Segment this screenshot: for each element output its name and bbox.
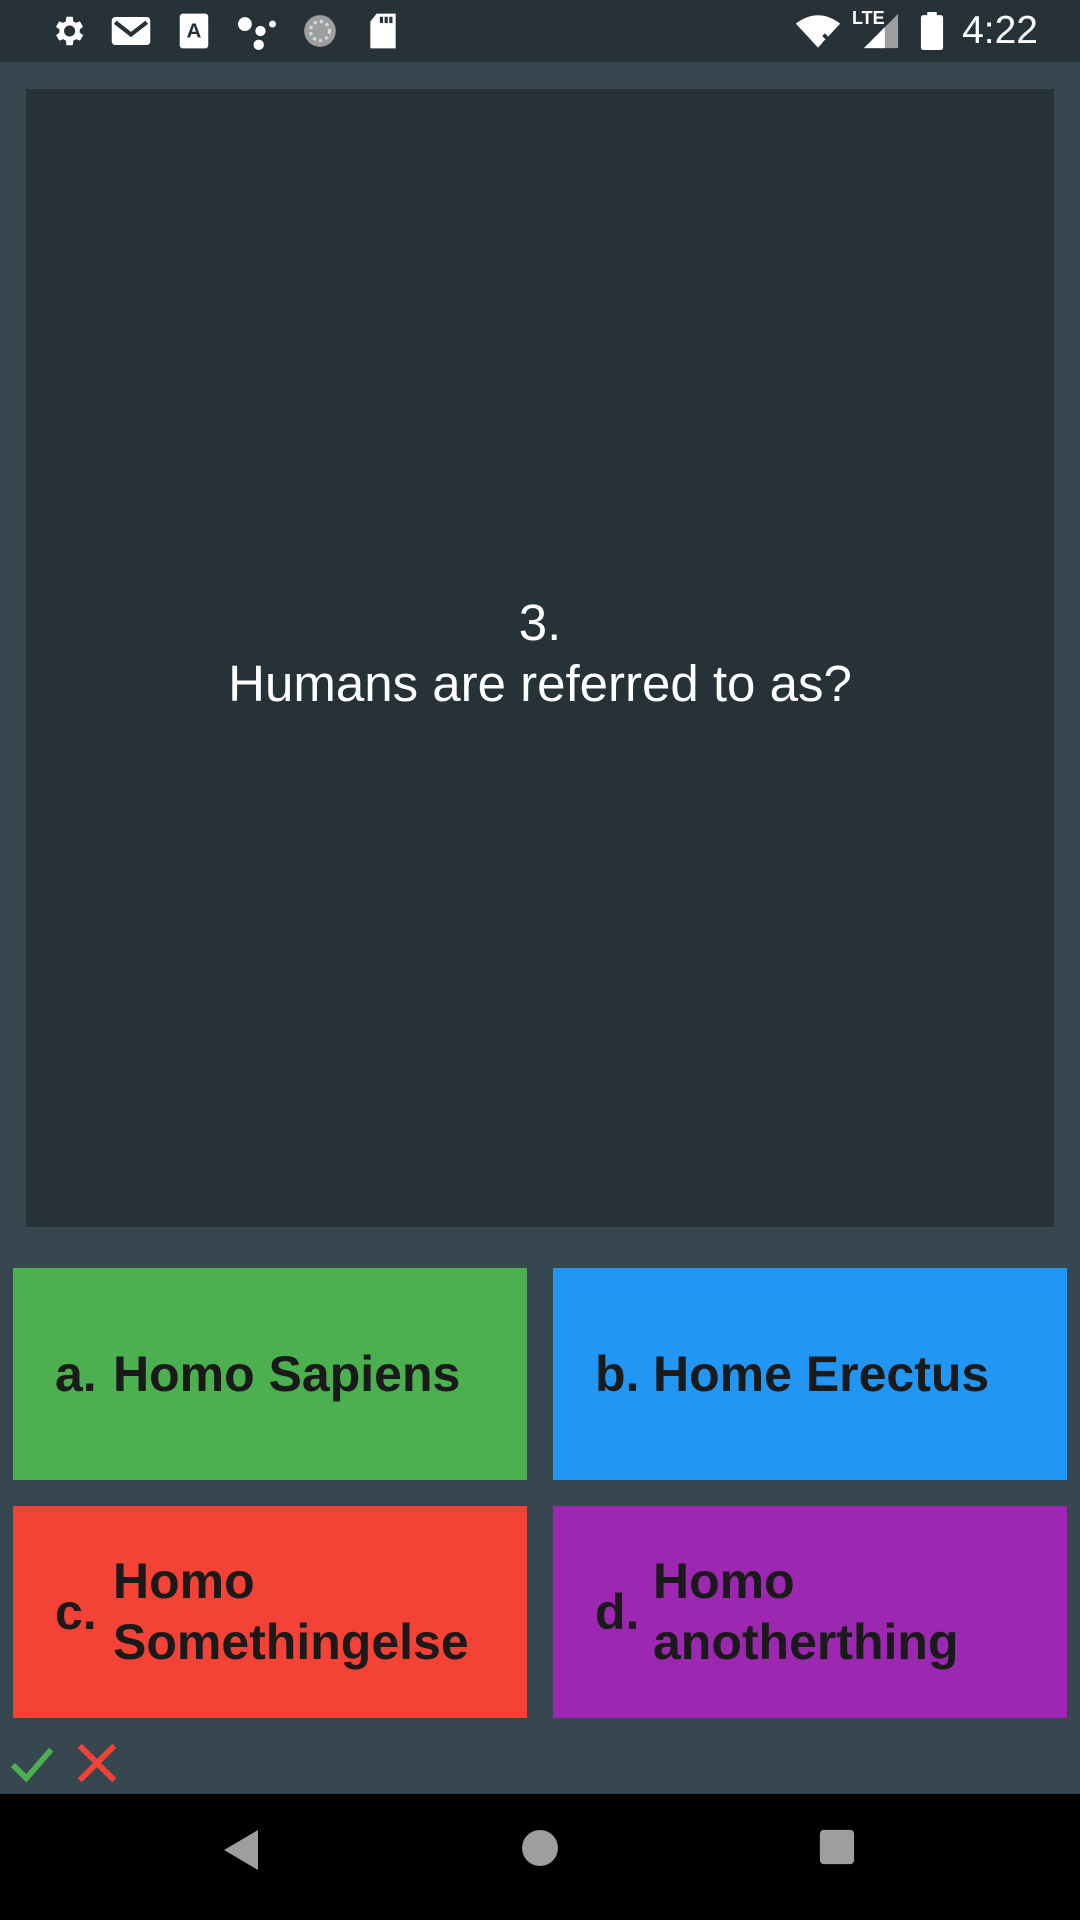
lte-signal-icon	[863, 13, 899, 49]
answer-text: Homo anotherthing	[653, 1553, 959, 1670]
answer-b-button[interactable]: b. Home Erectus	[553, 1268, 1067, 1480]
settings-icon	[55, 16, 84, 46]
question-text: Humans are referred to as?	[228, 655, 852, 712]
question-card: 3. Humans are referred to as?	[26, 89, 1054, 1227]
gmail-icon	[111, 17, 151, 45]
check-icon	[10, 1747, 54, 1783]
question-text-block: 3. Humans are referred to as?	[228, 592, 852, 714]
answer-letter: a.	[55, 1346, 97, 1402]
loading-spinner-icon	[304, 15, 336, 47]
answer-text: Homo Somethingelse	[113, 1553, 469, 1670]
recents-icon[interactable]	[818, 1828, 856, 1866]
sd-card-icon	[370, 13, 396, 49]
clock: 4:22	[962, 9, 1038, 52]
wifi-icon	[795, 15, 841, 48]
answer-letter: b.	[595, 1346, 640, 1402]
answer-c-button[interactable]: c. Homo Somethingelse	[13, 1506, 527, 1718]
navigation-bar	[0, 1794, 1080, 1920]
answer-text: Home Erectus	[653, 1345, 990, 1402]
answer-a-button[interactable]: a. Homo Sapiens	[13, 1268, 527, 1480]
assistant-dots-icon	[238, 17, 276, 50]
answer-letter: d.	[595, 1584, 640, 1640]
svg-text:A: A	[187, 19, 202, 42]
cross-icon	[77, 1743, 117, 1783]
back-icon[interactable]	[222, 1828, 262, 1872]
answer-text: Homo Sapiens	[113, 1345, 461, 1402]
answer-d-button[interactable]: d. Homo anotherthing	[553, 1506, 1067, 1718]
question-number: 3.	[518, 594, 562, 651]
answer-letter: c.	[55, 1584, 97, 1640]
home-icon[interactable]	[520, 1828, 560, 1868]
battery-icon	[920, 12, 944, 50]
font-app-icon: A	[179, 13, 209, 49]
status-bar: A LTE 4:22	[0, 0, 1080, 62]
